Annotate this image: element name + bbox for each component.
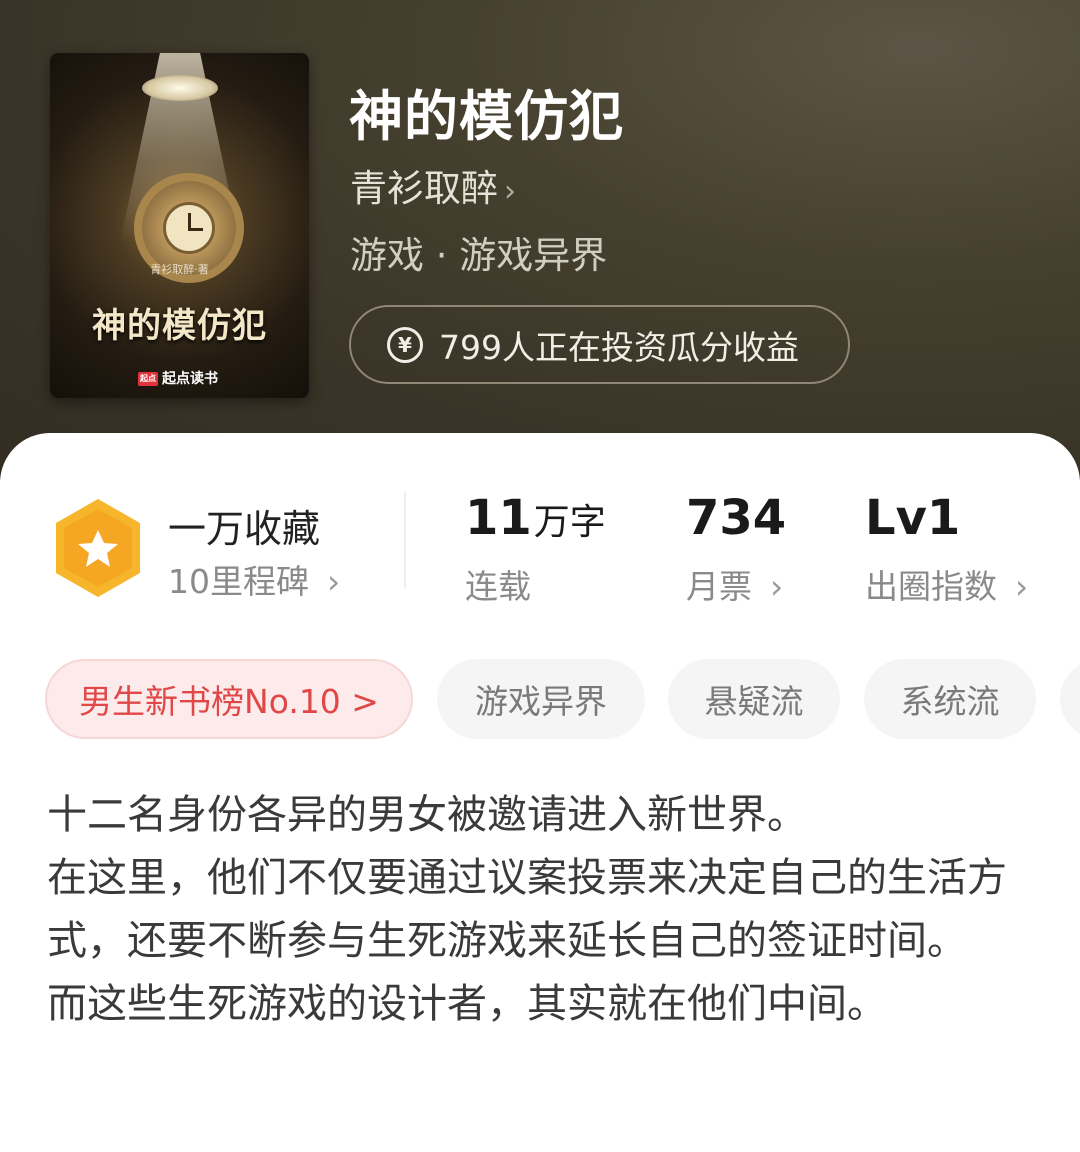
publisher-logo-icon: 起点 — [138, 372, 158, 386]
book-title: 神的模仿犯 — [349, 85, 624, 148]
word-count-value: 11 — [465, 490, 532, 546]
monthly-tickets-link[interactable]: 月票 › — [686, 560, 783, 608]
cover-publisher: 起点 起点读书 — [138, 368, 218, 388]
word-count-unit: 万字 — [533, 502, 606, 543]
chevron-right-icon: › — [770, 567, 784, 606]
stats-divider — [404, 492, 406, 588]
popularity-index-label: 出圈指数 — [865, 567, 997, 606]
collect-milestone-link[interactable]: 10里程碑 › — [168, 555, 340, 603]
author-link[interactable]: 青衫取醉 › — [350, 158, 516, 212]
description-line: 而这些生死游戏的设计者，其实就在他们中间。 — [47, 981, 887, 1027]
invest-text: 799人正在投资瓜分收益 — [439, 327, 799, 367]
chevron-right-icon: › — [327, 562, 341, 601]
chevron-right-icon: › — [1015, 567, 1029, 606]
cover-title: 神的模仿犯 — [92, 306, 267, 346]
tag-list: 男生新书榜No.10 > 游戏异界 悬疑流 系统流 — [45, 659, 1080, 741]
collect-milestone-title: 一万收藏 — [168, 507, 321, 551]
cover-author: 青衫取醉·著 — [150, 263, 209, 276]
book-description: 十二名身份各异的男女被邀请进入新世界。 在这里，他们不仅要通过议案投票来决定自己… — [47, 784, 1037, 1036]
tag-game-world[interactable]: 游戏异界 — [437, 659, 645, 739]
tag-rank[interactable]: 男生新书榜No.10 > — [45, 659, 413, 739]
publisher-name: 起点读书 — [162, 371, 218, 387]
collect-milestone-subtitle: 10里程碑 — [168, 562, 309, 601]
tag-more[interactable] — [1060, 659, 1080, 739]
lamp — [142, 75, 218, 101]
clock-hand-minute — [189, 228, 203, 231]
author-name: 青衫取醉 — [350, 167, 498, 210]
book-cover[interactable]: 青衫取醉·著 神的模仿犯 起点 起点读书 — [50, 53, 309, 398]
invest-button[interactable]: ¥ 799人正在投资瓜分收益 — [349, 305, 850, 384]
star-hexagon-icon[interactable] — [52, 497, 144, 599]
popularity-index-value: Lv1 — [865, 490, 961, 546]
tag-system[interactable]: 系统流 — [864, 659, 1036, 739]
status-label: 连载 — [465, 567, 531, 606]
book-category: 游戏 · 游戏异界 — [350, 234, 608, 277]
monthly-tickets-label: 月票 — [686, 567, 752, 606]
chevron-right-icon: › — [504, 174, 516, 209]
popularity-index-link[interactable]: 出圈指数 › — [865, 560, 1028, 608]
description-line: 在这里，他们不仅要通过议案投票来决定自己的生活方式，还要不断参与生死游戏来延长自… — [47, 855, 1007, 964]
yen-circle-icon: ¥ — [387, 326, 423, 363]
tag-suspense[interactable]: 悬疑流 — [668, 659, 840, 739]
word-count: 11万字 — [465, 490, 606, 546]
monthly-tickets-value: 734 — [686, 490, 787, 546]
description-line: 十二名身份各异的男女被邀请进入新世界。 — [47, 792, 807, 838]
